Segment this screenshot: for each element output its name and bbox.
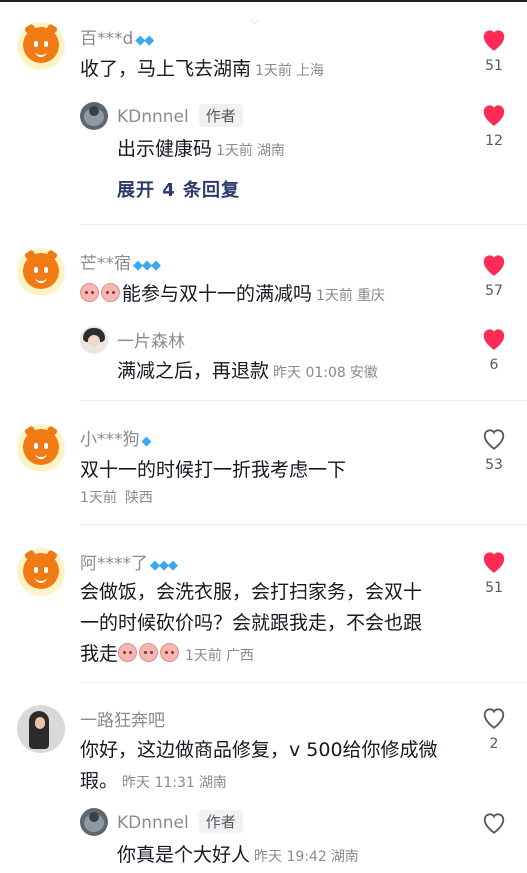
comment-time: 1天前: [185, 648, 222, 664]
comment-location: 广西: [225, 648, 254, 664]
reply-location: 湖南: [256, 143, 285, 159]
heart-filled-icon: [483, 329, 505, 350]
comment-time: 1天前: [316, 288, 353, 304]
reply-avatar[interactable]: [80, 102, 108, 130]
expand-replies-button[interactable]: 展开 4 条回复: [117, 176, 240, 202]
reply-username[interactable]: 一片森林: [117, 327, 185, 352]
comment-meta: 1天前 陕西: [80, 487, 153, 507]
reply-time: 1天前: [216, 143, 253, 159]
diamond-badge-icon: ◆: [141, 434, 152, 449]
avatar[interactable]: [17, 424, 65, 472]
divider: [80, 224, 527, 225]
comment-time: 1天前: [80, 490, 117, 506]
like-count: 51: [485, 580, 503, 596]
heart-outline-icon: [483, 708, 505, 729]
avatar[interactable]: [17, 705, 65, 753]
username[interactable]: 百***d ◆◆: [80, 24, 154, 49]
peach-emoji-icon: [80, 283, 99, 302]
like-count: 6: [489, 357, 499, 373]
divider: [80, 682, 527, 683]
comment-location: 上海: [295, 63, 324, 79]
comment-text[interactable]: 收了，马上飞去湖南 1天前 上海: [80, 54, 448, 87]
comment-text[interactable]: 能参与双十一的满减吗 1天前 重庆: [80, 279, 448, 312]
like-button[interactable]: 51: [478, 549, 510, 596]
peach-emoji-icon: [101, 283, 120, 302]
reply-location: 安徽: [349, 365, 378, 381]
comment-text[interactable]: 双十一的时候打一折我考虑一下: [80, 455, 448, 486]
reply-text[interactable]: 出示健康码 1天前 湖南: [117, 134, 447, 167]
reply-like-button[interactable]: 12: [478, 102, 510, 149]
reply-like-button[interactable]: [478, 810, 510, 835]
comment-text[interactable]: 你好，这边做商品修复，v 500给你修成微瑕。 昨天 11:31 湖南: [80, 735, 440, 799]
reply-text[interactable]: 你真是个大好人 昨天 19:42 湖南: [117, 840, 447, 873]
reply-avatar[interactable]: [80, 808, 108, 836]
comment-time: 1天前: [255, 63, 292, 79]
like-count: 57: [485, 283, 503, 299]
author-tag: 作者: [198, 104, 243, 127]
avatar[interactable]: [17, 22, 65, 70]
diamond-badge-icon: ◆◆◆: [150, 558, 178, 573]
reply-like-button[interactable]: 6: [478, 326, 510, 373]
diamond-badge-icon: ◆◆◆: [133, 258, 161, 273]
reply-avatar[interactable]: [80, 326, 108, 354]
heart-outline-icon: [483, 813, 505, 834]
diamond-badge-icon: ◆◆: [135, 33, 154, 48]
peach-emoji-icon: [139, 643, 159, 662]
like-button[interactable]: 57: [478, 252, 510, 299]
author-tag: 作者: [198, 810, 243, 833]
heart-filled-icon: [483, 30, 505, 51]
like-button[interactable]: 53: [478, 426, 510, 473]
avatar[interactable]: [17, 548, 65, 596]
top-border: [0, 0, 527, 2]
comment-location: 重庆: [356, 288, 385, 304]
peach-emoji-icon: [118, 643, 138, 662]
heart-outline-icon: [483, 429, 505, 450]
like-count: 12: [485, 133, 503, 149]
comment-time: 昨天 11:31: [122, 775, 195, 791]
comment-text[interactable]: 会做饭，会洗衣服，会打扫家务，会双十一的时候砍价吗？会就跟我走，不会也跟我走 1天…: [80, 577, 440, 672]
status-dots: ·.·: [250, 17, 259, 27]
like-count: 51: [485, 58, 503, 74]
comment-location: 湖南: [198, 775, 227, 791]
heart-filled-icon: [483, 255, 505, 276]
like-button[interactable]: 51: [478, 27, 510, 74]
divider: [80, 400, 527, 401]
username[interactable]: 阿****了 ◆◆◆: [80, 549, 178, 574]
peach-emoji-icon: [160, 643, 180, 662]
like-count: 53: [485, 457, 503, 473]
like-button[interactable]: 2: [478, 705, 510, 752]
reply-username[interactable]: KDnnnel 作者: [117, 104, 243, 127]
heart-filled-icon: [483, 105, 505, 126]
reply-username[interactable]: KDnnnel 作者: [117, 810, 243, 833]
like-count: 2: [489, 736, 499, 752]
username[interactable]: 一路狂奔吧: [80, 706, 165, 731]
avatar[interactable]: [17, 248, 65, 296]
comment-location: 陕西: [124, 490, 153, 506]
divider: [80, 524, 527, 525]
reply-text[interactable]: 满减之后，再退款 昨天 01:08 安徽: [117, 356, 447, 389]
heart-filled-icon: [483, 552, 505, 573]
username[interactable]: 小***狗 ◆: [80, 425, 152, 450]
reply-time: 昨天 01:08: [273, 365, 346, 381]
username[interactable]: 芒**宿 ◆◆◆: [80, 249, 161, 274]
